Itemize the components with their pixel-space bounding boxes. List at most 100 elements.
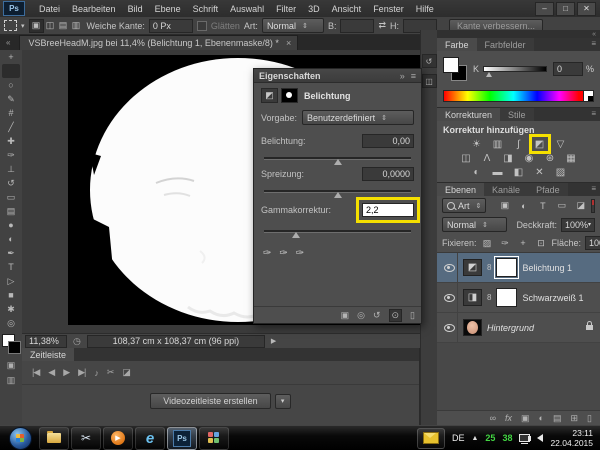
k-value-input[interactable]: 0 xyxy=(553,62,583,76)
tab-ebenen[interactable]: Ebenen xyxy=(437,183,484,196)
layer-name[interactable]: Belichtung 1 xyxy=(522,263,572,273)
gray-point-eyedropper[interactable]: ✑ xyxy=(279,248,287,259)
play-button[interactable]: ▶ xyxy=(63,367,69,378)
quick-selection-tool[interactable]: ✎ xyxy=(2,92,20,106)
taskbar-photoshop-button[interactable]: Ps xyxy=(167,427,197,450)
photo-filter-icon[interactable]: ◉ xyxy=(522,152,536,164)
white-point-eyedropper[interactable]: ✑ xyxy=(296,248,304,259)
blend-mode-dropdown[interactable]: Normal ⇕ xyxy=(442,217,507,232)
rectangular-marquee-tool[interactable] xyxy=(2,64,20,78)
timeline-mode-dropdown[interactable]: ▾ xyxy=(275,394,291,409)
color-spectrum-ramp[interactable] xyxy=(443,90,584,102)
foreground-color-swatch[interactable] xyxy=(443,57,459,73)
properties-panel-header[interactable]: Eigenschaften » ≡ xyxy=(254,69,421,83)
dodge-tool[interactable]: ◐ xyxy=(2,232,20,246)
lock-position-icon[interactable]: + xyxy=(517,238,530,249)
layer-mask-thumbnail[interactable] xyxy=(496,288,517,307)
active-tool-icon[interactable] xyxy=(4,20,17,31)
menu-fenster[interactable]: Fenster xyxy=(367,2,410,16)
go-to-first-frame-button[interactable]: |◀ xyxy=(32,367,39,378)
toolbar-collapse-chevrons-icon[interactable]: « xyxy=(0,38,19,50)
menu-datei[interactable]: Datei xyxy=(33,2,66,16)
menu-schrift[interactable]: Schrift xyxy=(187,2,225,16)
menu-3d[interactable]: 3D xyxy=(302,2,326,16)
next-frame-button[interactable]: ▶| xyxy=(78,367,85,378)
tab-pfade[interactable]: Pfade xyxy=(528,183,568,196)
k-slider[interactable] xyxy=(483,66,547,72)
hand-tool[interactable]: ✱ xyxy=(2,302,20,316)
layer-row-schwarzweiss-1[interactable]: ◨ 8 Schwarzweiß 1 xyxy=(437,283,600,313)
lock-transparency-icon[interactable]: ▨ xyxy=(481,238,494,249)
taskbar-photo-app-button[interactable] xyxy=(199,427,229,450)
link-layers-button[interactable]: ∞ xyxy=(490,413,496,423)
shape-tool[interactable]: ■ xyxy=(2,288,20,302)
new-group-button[interactable]: ▤ xyxy=(553,413,562,424)
eigenschaften-panel-icon[interactable]: ◫ xyxy=(422,74,437,88)
offset-slider[interactable] xyxy=(264,190,411,193)
path-selection-tool[interactable]: ▷ xyxy=(2,274,20,288)
lock-pixels-icon[interactable]: ✑ xyxy=(499,238,512,249)
minimize-button[interactable]: – xyxy=(535,2,554,16)
new-adjustment-layer-button[interactable]: ◐ xyxy=(539,413,544,423)
layer-style-button[interactable]: fx xyxy=(505,413,512,423)
transition-button[interactable]: ◪ xyxy=(122,367,130,378)
gamma-input[interactable]: 2,2 xyxy=(362,203,414,217)
black-point-eyedropper[interactable]: ✑ xyxy=(263,248,271,259)
taskbar-explorer-button[interactable] xyxy=(39,427,69,450)
exposure-layer-thumbnail[interactable]: ◩ xyxy=(463,259,482,276)
history-panel-icon[interactable]: ↺ xyxy=(422,54,437,68)
quick-mask-button[interactable]: ▣ xyxy=(4,360,18,371)
curves-icon[interactable]: ∫ xyxy=(512,138,526,150)
history-brush-tool[interactable]: ↺ xyxy=(2,176,20,190)
invert-icon[interactable]: ◐ xyxy=(470,166,484,178)
color-balance-icon[interactable]: Λ xyxy=(480,152,494,164)
eyedropper-tool[interactable]: ╱ xyxy=(2,120,20,134)
panel-menu-icon[interactable]: ≡ xyxy=(587,108,600,121)
layer-row-hintergrund[interactable]: Hintergrund xyxy=(437,313,600,343)
filter-smart-objects-icon[interactable]: ◪ xyxy=(574,200,587,211)
tab-kanaele[interactable]: Kanäle xyxy=(484,183,528,196)
close-button[interactable]: ✕ xyxy=(577,2,596,16)
start-button[interactable] xyxy=(9,427,32,450)
panel-menu-icon[interactable]: ≡ xyxy=(587,183,600,196)
zoom-level-input[interactable]: 11,38% xyxy=(25,335,67,348)
channel-mixer-icon[interactable]: ⊛ xyxy=(543,152,557,164)
spectrum-bw-swatch[interactable] xyxy=(584,90,594,102)
taskbar-snipping-tool-button[interactable]: ✂ xyxy=(71,427,101,450)
slider-thumb[interactable] xyxy=(292,232,300,238)
swap-dimensions-icon[interactable]: ⇄ xyxy=(378,20,386,31)
spot-healing-brush-tool[interactable]: ✚ xyxy=(2,134,20,148)
brush-tool[interactable]: ✑ xyxy=(2,148,20,162)
split-clip-button[interactable]: ✂ xyxy=(107,367,114,378)
black-white-icon[interactable]: ◨ xyxy=(501,152,515,164)
gradient-map-icon[interactable]: ▨ xyxy=(554,166,568,178)
document-tab[interactable]: VSBreeHeadM.jpg bei 11,4% (Belichtung 1,… xyxy=(19,35,298,50)
menu-filter[interactable]: Filter xyxy=(270,2,302,16)
gradient-tool[interactable]: ▤ xyxy=(2,204,20,218)
type-tool[interactable]: T xyxy=(2,260,20,274)
slider-thumb[interactable] xyxy=(334,192,342,198)
layer-filter-dropdown[interactable]: Art ⇕ xyxy=(442,198,486,213)
background-color-swatch[interactable] xyxy=(8,341,21,354)
menu-bearbeiten[interactable]: Bearbeiten xyxy=(66,2,122,16)
crop-tool[interactable]: # xyxy=(2,106,20,120)
menu-ansicht[interactable]: Ansicht xyxy=(326,2,368,16)
taskbar-media-player-button[interactable]: ▶ xyxy=(103,427,133,450)
panel-menu-icon[interactable]: ≡ xyxy=(411,71,416,81)
filter-type-layers-icon[interactable]: T xyxy=(536,200,549,211)
previous-frame-button[interactable]: ◀ xyxy=(48,367,54,378)
menu-hilfe[interactable]: Hilfe xyxy=(410,2,440,16)
preset-dropdown[interactable]: Benutzerdefiniert ⇕ xyxy=(302,110,414,125)
panel-menu-icon[interactable]: ≡ xyxy=(587,38,600,51)
filter-pixel-layers-icon[interactable]: ▣ xyxy=(498,200,511,211)
clip-to-layer-button[interactable]: ▣ xyxy=(341,310,350,321)
tab-close-icon[interactable]: × xyxy=(286,38,291,48)
tab-farbfelder[interactable]: Farbfelder xyxy=(477,38,534,51)
filter-shape-layers-icon[interactable]: ▭ xyxy=(555,200,568,211)
taskbar-internet-explorer-button[interactable]: e xyxy=(135,427,165,450)
audio-mute-button[interactable]: ♪ xyxy=(94,368,98,378)
blur-tool[interactable]: ● xyxy=(2,218,20,232)
add-to-selection-mode[interactable]: ◫ xyxy=(44,20,57,32)
tool-preset-arrow-icon[interactable]: ▾ xyxy=(21,22,25,30)
menu-bild[interactable]: Bild xyxy=(122,2,149,16)
